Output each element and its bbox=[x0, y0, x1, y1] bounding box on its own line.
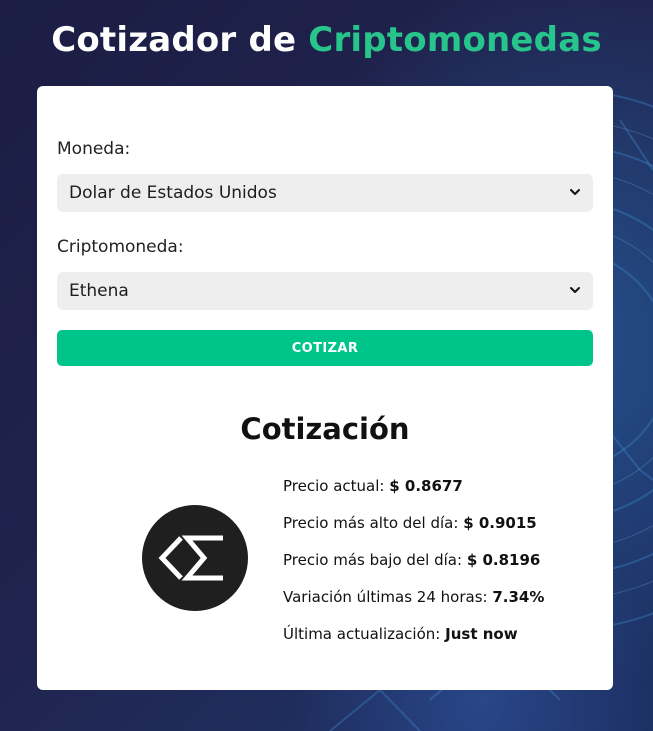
price-current-label: Precio actual: bbox=[283, 477, 385, 495]
price-high-value: $ 0.9015 bbox=[463, 514, 537, 532]
page-title: Cotizador de Criptomonedas bbox=[0, 20, 653, 60]
last-update-value: Just now bbox=[445, 625, 518, 643]
price-current-value: $ 0.8677 bbox=[389, 477, 463, 495]
price-low-value: $ 0.8196 bbox=[466, 551, 541, 569]
quote-details: Precio actual: $ 0.8677 Precio más alto … bbox=[283, 475, 544, 660]
currency-label: Moneda: bbox=[57, 139, 131, 159]
crypto-select[interactable]: Ethena bbox=[57, 272, 593, 310]
currency-select-value: Dolar de Estados Unidos bbox=[69, 183, 277, 203]
price-high-row: Precio más alto del día: $ 0.9015 bbox=[283, 512, 544, 549]
chevron-down-icon bbox=[569, 183, 581, 203]
price-low-row: Precio más bajo del día: $ 0.8196 bbox=[283, 549, 544, 586]
change-24h-value: 7.34% bbox=[492, 588, 545, 606]
cotizar-button[interactable]: COTIZAR bbox=[57, 330, 593, 366]
ethena-logo-icon bbox=[141, 504, 249, 612]
price-low-label: Precio más bajo del día: bbox=[283, 551, 463, 569]
chevron-down-icon bbox=[569, 281, 581, 301]
currency-select[interactable]: Dolar de Estados Unidos bbox=[57, 174, 593, 212]
title-text: Cotizador de bbox=[51, 20, 297, 60]
quote-card: Moneda: Dolar de Estados Unidos Criptomo… bbox=[37, 86, 613, 690]
title-accent-text: Criptomonedas bbox=[308, 20, 602, 60]
price-high-label: Precio más alto del día: bbox=[283, 514, 459, 532]
last-update-label: Última actualización: bbox=[283, 625, 441, 643]
crypto-label: Criptomoneda: bbox=[57, 237, 184, 257]
price-current-row: Precio actual: $ 0.8677 bbox=[283, 475, 544, 512]
last-update-row: Última actualización: Just now bbox=[283, 623, 544, 660]
crypto-select-value: Ethena bbox=[69, 281, 129, 301]
change-24h-row: Variación últimas 24 horas: 7.34% bbox=[283, 586, 544, 623]
change-24h-label: Variación últimas 24 horas: bbox=[283, 588, 488, 606]
result-title: Cotización bbox=[240, 412, 410, 446]
